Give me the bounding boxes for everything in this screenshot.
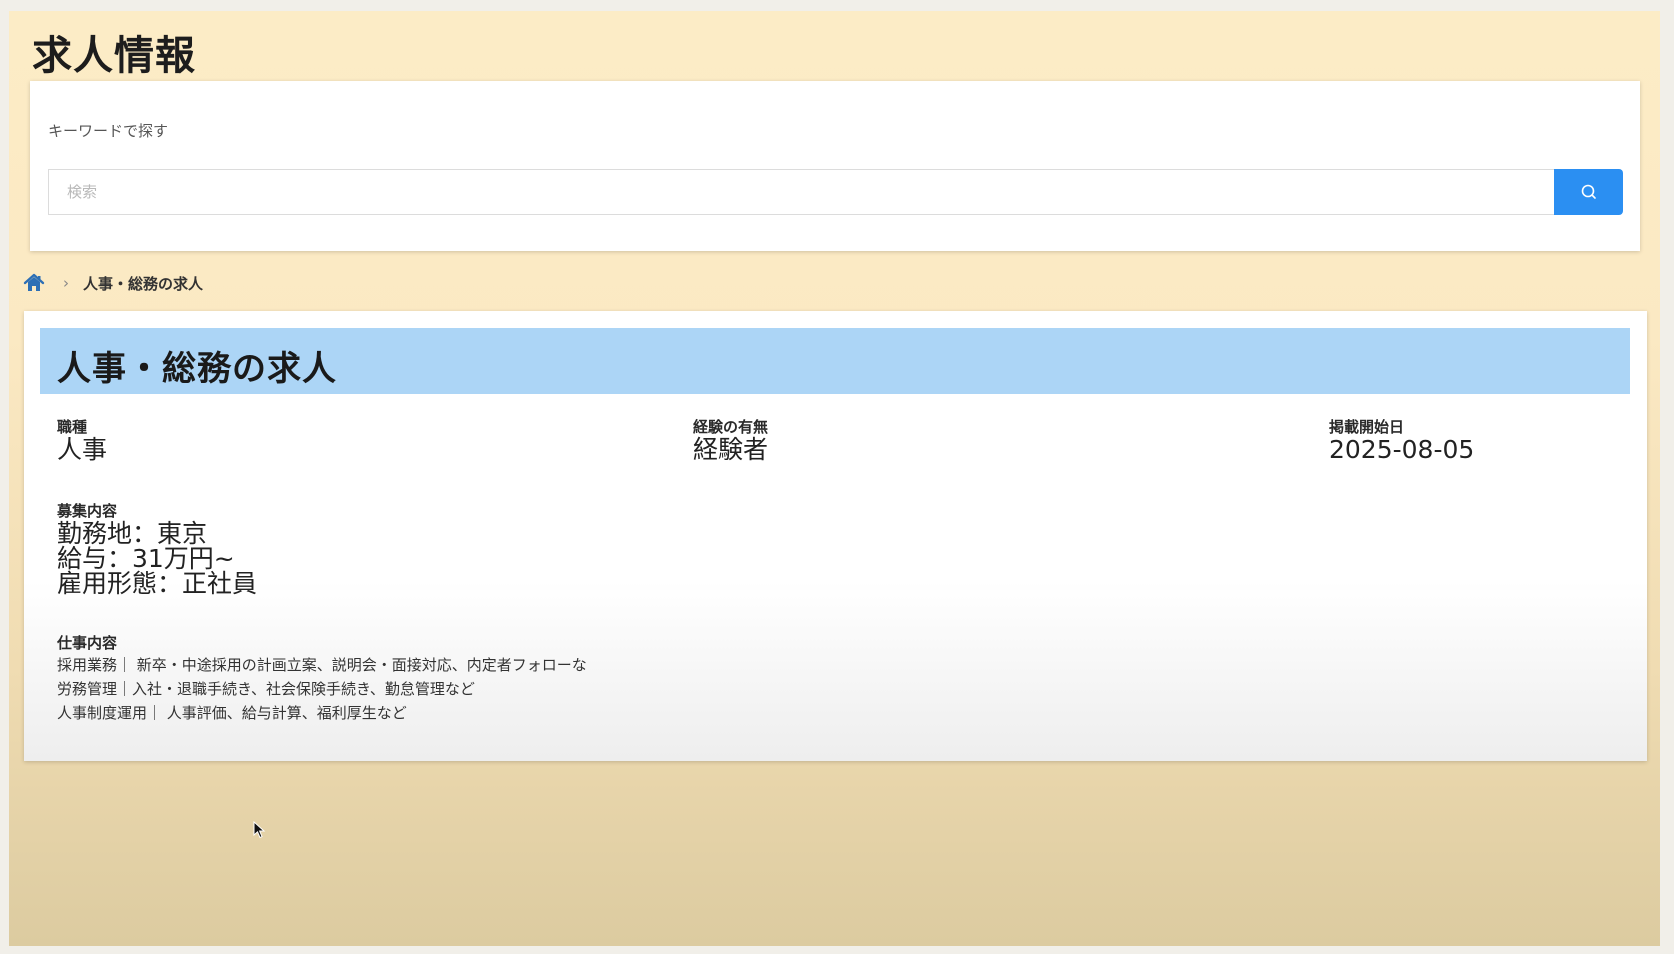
recruitment-lines: 勤務地：東京 給与：31万円~ 雇用形態：正社員 [57,521,257,596]
job-title: 人事・総務の求人 [57,349,337,389]
posted-date-field: 掲載開始日 2025-08-05 [1329,417,1474,463]
experience-value: 経験者 [693,435,769,464]
home-icon [23,272,45,294]
mouse-cursor-icon [253,820,267,839]
duties-line: 人事制度運用｜ 人事評価、給与計算、福利厚生など [57,704,407,722]
recruitment-salary: 給与：31万円~ [57,544,235,573]
duties-line: 労務管理｜入社・退職手続き、社会保険手続き、勤怠管理など [57,680,475,698]
search-input[interactable] [48,169,1572,215]
occupation-value: 人事 [57,435,108,464]
breadcrumb-current: 人事・総務の求人 [83,274,204,293]
duties-label: 仕事内容 [57,634,118,652]
experience-field: 経験の有無 経験者 [693,417,768,463]
posted-date-value: 2025-08-05 [1329,435,1475,464]
posted-date-label: 掲載開始日 [1329,418,1405,436]
breadcrumb-separator: › [63,274,69,292]
search-label: キーワードで探す [48,122,169,140]
job-card: 人事・総務の求人 職種 人事 経験の有無 経験者 掲載開始日 2025-08-0… [24,311,1647,761]
occupation-label: 職種 [57,418,88,436]
duties-field: 仕事内容 採用業務｜ 新卒・中途採用の計画立案、説明会・面接対応、内定者フォロー… [57,633,587,725]
search-box [48,169,1623,215]
search-button[interactable] [1554,169,1623,215]
duties-line: 採用業務｜ 新卒・中途採用の計画立案、説明会・面接対応、内定者フォローな [57,656,587,674]
recruitment-employment-type: 雇用形態：正社員 [57,569,258,598]
experience-label: 経験の有無 [693,418,769,436]
breadcrumb-home-link[interactable] [23,272,45,294]
recruitment-label: 募集内容 [57,502,118,520]
recruitment-field: 募集内容 勤務地：東京 給与：31万円~ 雇用形態：正社員 [57,501,257,596]
search-icon [1580,183,1598,201]
page-title: 求人情報 [32,33,196,79]
recruitment-location: 勤務地：東京 [57,519,208,548]
search-card: キーワードで探す [30,81,1640,251]
breadcrumb: › 人事・総務の求人 [23,271,203,295]
job-header: 人事・総務の求人 [40,328,1630,394]
occupation-field: 職種 人事 [57,417,107,463]
page-background: 求人情報 キーワードで探す 検索 › 人事・総務の求人 人事・総務の求人 職種 … [9,11,1660,946]
